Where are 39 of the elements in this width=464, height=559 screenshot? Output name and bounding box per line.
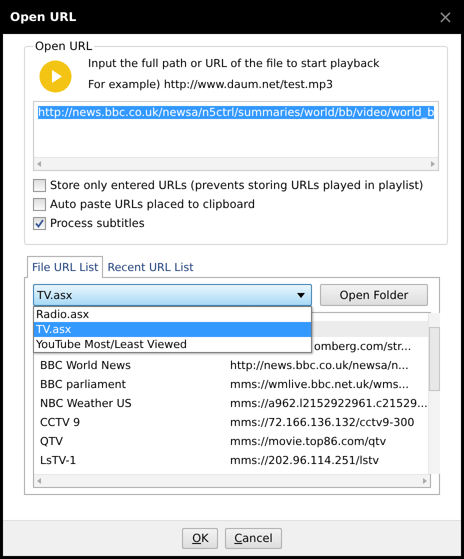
left-arrow-icon[interactable] bbox=[37, 161, 41, 167]
left-arrow-icon[interactable] bbox=[37, 478, 41, 484]
name-cell-text: BBC World News bbox=[40, 359, 132, 372]
close-button[interactable]: × bbox=[438, 6, 453, 28]
url-cell-text: mms://wmlive.bbc.net.uk/wms... bbox=[230, 378, 410, 391]
url-cell-text: mms://72.166.136.132/cctv9-300 bbox=[230, 416, 416, 429]
horizontal-scrollbar[interactable] bbox=[34, 157, 438, 170]
group-title: Open URL bbox=[34, 39, 94, 53]
instruction-text: Input the full path or URL of the file to start playback bbox=[88, 57, 380, 70]
playlist-dropdown[interactable]: TV.asx bbox=[33, 284, 312, 306]
example-text: For example) http://www.daum.net/test.mp3 bbox=[88, 78, 334, 91]
url-cell-text: http://news.bbc.co.uk/newsa/n... bbox=[230, 359, 410, 372]
tab[interactable]: Recent URL List bbox=[103, 257, 198, 277]
tab[interactable]: File URL List bbox=[27, 256, 104, 278]
option-checkbox[interactable]: Store only entered URLs (prevents storing URLs played in playlist) bbox=[33, 179, 440, 192]
url-cell-text: mms://202.96.114.251/lstv bbox=[230, 454, 380, 467]
right-arrow-icon[interactable] bbox=[431, 161, 436, 167]
caret-icon[interactable] bbox=[297, 292, 305, 298]
horizontal-scrollbar[interactable] bbox=[34, 474, 430, 487]
open-folder-button[interactable]: Open Folder bbox=[320, 284, 428, 306]
url-cell-text: mms://movie.top86.com/qtv bbox=[230, 435, 388, 448]
dropdown-option[interactable]: YouTube Most/Least Viewed bbox=[34, 337, 311, 352]
dialog-button[interactable]: Cancel bbox=[225, 528, 282, 549]
name-cell-text: NBC Weather US bbox=[40, 397, 133, 410]
window-title: Open URL bbox=[10, 10, 76, 24]
url-cell-text: omberg.com/str... bbox=[313, 340, 412, 353]
name-cell-text: QTV bbox=[40, 435, 64, 448]
play-icon bbox=[39, 60, 72, 93]
dropdown-option[interactable]: Radio.asx bbox=[34, 307, 311, 322]
name-cell-text: BBC parliament bbox=[40, 378, 127, 391]
option-checkbox[interactable]: Auto paste URLs placed to clipboard bbox=[33, 198, 440, 211]
option-checkbox[interactable]: Process subtitles bbox=[33, 217, 440, 230]
name-cell-text: CCTV 9 bbox=[40, 416, 82, 429]
check-icon bbox=[35, 219, 44, 228]
dialog-button[interactable]: OK bbox=[182, 528, 218, 549]
vertical-scrollbar[interactable] bbox=[428, 313, 440, 474]
right-arrow-icon[interactable] bbox=[423, 478, 427, 484]
url-cell: mms://a962.l2152922961.c21529... bbox=[230, 397, 428, 410]
name-cell-text: LsTV-1 bbox=[40, 454, 78, 467]
